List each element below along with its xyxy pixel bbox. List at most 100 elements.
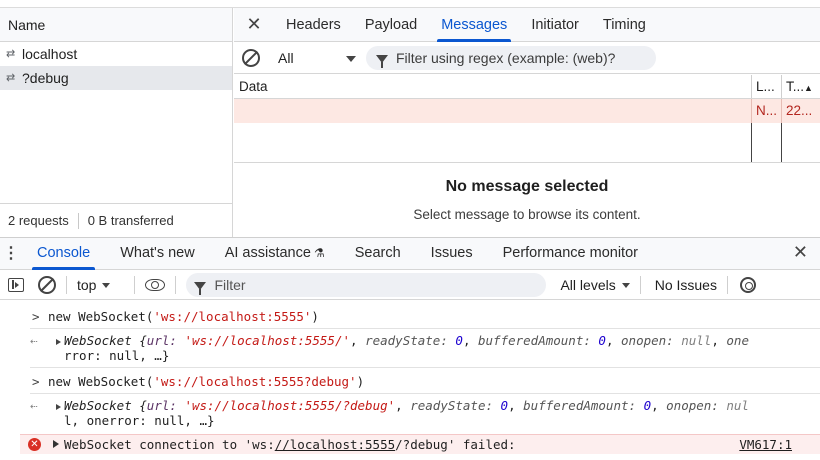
sort-ascending-icon: ▲ [804,83,813,93]
transferred-size: 0 B transferred [87,213,174,228]
console-settings-gear-icon[interactable] [739,276,756,293]
prop-key: bufferedAmount: [478,333,591,348]
command-arg: 'ws://localhost:5555' [153,309,312,324]
clear-messages-icon[interactable] [242,48,260,67]
expand-triangle-icon[interactable] [53,440,59,448]
tab-issues[interactable]: Issues [416,237,488,270]
live-expression-eye-icon[interactable] [145,278,166,291]
expand-triangle-icon[interactable] [56,339,61,345]
object-preview-prefix: WebSocket { [64,333,147,348]
regex-filter-input[interactable]: Filter using regex (example: (web)? [366,45,656,70]
footer-divider [77,212,79,229]
error-url-link[interactable]: //localhost:5555 [275,437,395,452]
log-divider [30,393,820,394]
toolbar-divider [66,275,67,294]
length-column-header[interactable]: L... [752,75,782,98]
tab-initiator[interactable]: Initiator [519,8,591,42]
object-preview-prefix: WebSocket { [64,398,147,413]
prop-key-truncated: one [726,333,749,348]
console-error-message[interactable]: ✕ WebSocket connection to 'ws://localhos… [20,434,820,454]
no-message-title: No message selected [445,178,609,195]
messages-table-header: Data L... T...▲ [234,75,820,99]
toolbar-divider [639,275,641,294]
command-arg: 'ws://localhost:5555?debug' [153,374,357,389]
clear-console-icon[interactable] [38,275,56,294]
prop-value: null [681,333,712,348]
console-filter-input[interactable]: Filter [186,272,547,297]
messages-filter-bar: All Filter using regex (example: (web)? [234,42,820,74]
error-source-link[interactable]: VM617:1 [739,437,792,452]
close-drawer-icon[interactable]: ✕ [793,242,808,263]
prop-value-truncated: nul [726,398,749,413]
filter-icon [376,54,388,68]
filler-data-col [234,123,752,162]
tab-timing[interactable]: Timing [591,8,658,42]
prop-value: 'ws://localhost:5555/' [184,333,351,348]
more-tabs-icon[interactable]: ⋮ [0,245,22,261]
no-message-subtitle: Select message to browse its content. [413,207,641,222]
websocket-icon: ⇄ [6,48,16,60]
result-continuation-text: rror: null, …} [64,348,170,363]
command-close: ) [356,374,365,389]
message-data-cell [234,99,752,123]
message-type-select[interactable]: All [278,50,356,66]
tab-search[interactable]: Search [340,237,416,270]
input-prompt-icon: > [32,374,40,389]
prop-key: onopen: [621,333,674,348]
tab-performance-monitor[interactable]: Performance monitor [488,237,653,270]
return-arrow-icon: ⇠ [30,398,38,413]
time-column-header[interactable]: T...▲ [782,75,820,98]
command-text: new WebSocket( [48,374,154,389]
data-column-header[interactable]: Data [234,75,752,98]
message-type-value: All [278,49,294,66]
chevron-down-icon [346,55,356,62]
log-divider [30,367,820,368]
tab-messages[interactable]: Messages [429,8,519,42]
chevron-down-icon [621,282,630,288]
console-toolbar: top Filter All levels No Issues [0,270,820,300]
flask-icon: ⚗ [313,246,325,260]
tab-headers[interactable]: Headers [274,8,353,42]
error-text: WebSocket connection to 'ws://localhost:… [64,437,516,452]
sidebar-toggle-icon[interactable] [8,277,24,292]
toolbar-divider [175,275,177,294]
tab-payload[interactable]: Payload [353,8,429,42]
request-count: 2 requests [8,213,69,228]
message-time-cell: 22... [786,103,813,118]
close-detail-icon[interactable]: ✕ [234,14,274,35]
filter-icon [194,281,207,295]
prop-value: 0 [643,398,652,413]
prop-value: 0 [455,333,463,348]
tab-ai-assistance[interactable]: AI assistance ⚗ [210,237,340,270]
log-levels-select[interactable]: All levels [560,277,630,293]
prop-key: bufferedAmount: [523,398,637,413]
prop-key: readyState: [410,398,494,413]
messages-table-filler [234,123,820,163]
error-text-post: /?debug' failed: [395,437,516,452]
messages-table: Data L... T...▲ N... 22... [234,75,820,165]
command-close: ) [311,309,319,324]
error-icon: ✕ [28,438,41,451]
request-row-debug[interactable]: ⇄ ?debug [0,66,232,90]
prop-key: readyState: [365,333,448,348]
expand-triangle-icon[interactable] [56,404,61,410]
prop-key: url: [146,333,177,348]
tab-console[interactable]: Console [22,237,105,270]
prop-value: 0 [500,398,509,413]
context-select[interactable]: top [77,277,124,293]
request-row-localhost[interactable]: ⇄ localhost [0,42,232,66]
command-text: new WebSocket( [48,309,154,324]
request-label: ?debug [22,70,69,86]
network-summary-footer: 2 requests 0 B transferred [0,203,232,237]
request-list-pane: Name ⇄ localhost ⇄ ?debug 2 requests 0 B… [0,8,233,237]
result-continuation-text: l, onerror: null, …} [64,413,215,428]
message-length-cell: N... [752,99,782,123]
chevron-down-icon [102,282,111,288]
toolbar-divider [726,275,728,294]
request-detail-pane: ✕ Headers Payload Messages Initiator Tim… [234,8,820,237]
tab-whats-new[interactable]: What's new [105,237,210,270]
name-column-header[interactable]: Name [0,8,232,42]
issues-counter[interactable]: No Issues [655,277,717,293]
message-row[interactable]: N... 22... [234,99,820,123]
request-label: localhost [22,46,78,62]
